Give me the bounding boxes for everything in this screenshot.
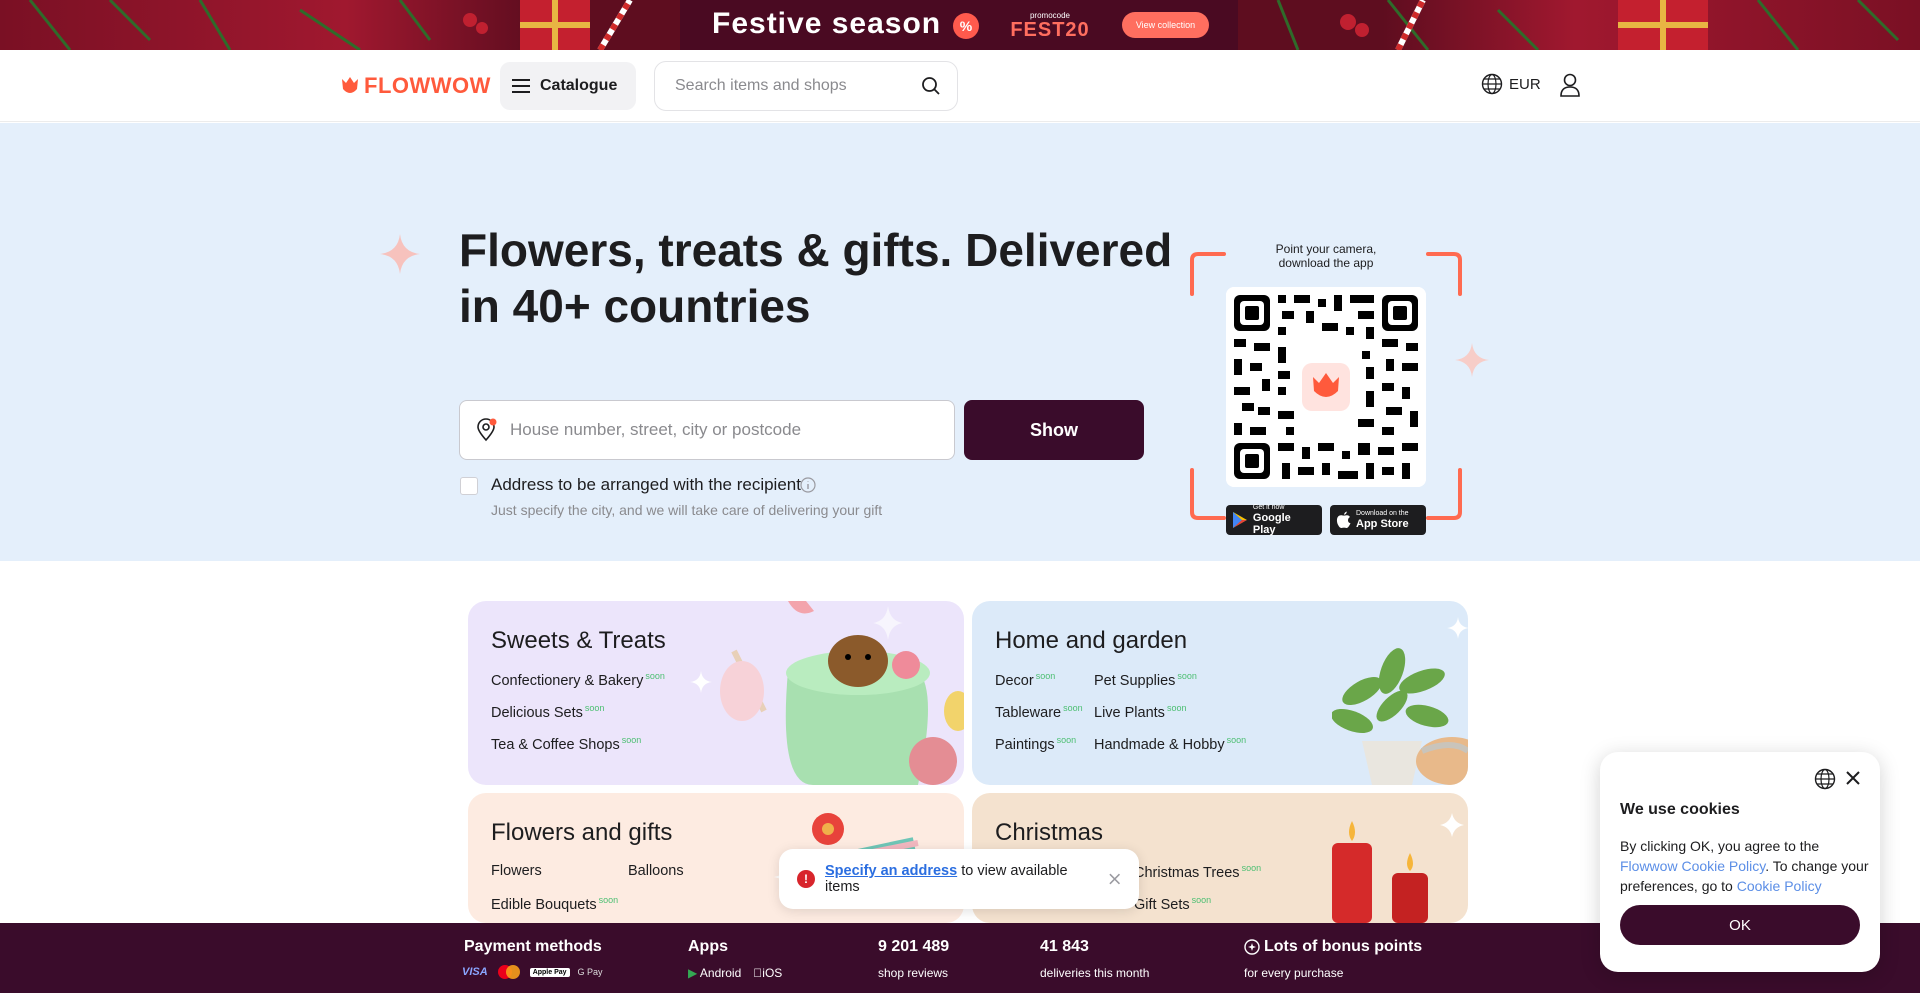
tulip-logo-icon [342, 77, 358, 93]
payment-methods-title: Payment methods [464, 938, 602, 955]
card-title: Home and garden [995, 627, 1188, 654]
address-input-box[interactable] [459, 400, 955, 460]
bonus-sub: for every purchase [1244, 966, 1344, 980]
globe-icon [1481, 73, 1503, 95]
promo-banner[interactable]: Festive season % promocode FEST20 View c… [0, 0, 1920, 50]
percent-icon: % [953, 13, 979, 39]
qr-code[interactable] [1226, 287, 1426, 487]
header [0, 50, 1920, 122]
arrange-hint: Just specify the city, and we will take … [491, 502, 883, 518]
card-home-garden[interactable]: Home and garden Decor soon Pet Supplies so… [972, 601, 1468, 785]
category-link[interactable]: Pet Supplies soon [1094, 671, 1197, 689]
payment-icons: VISA Apple Pay G Pay [462, 964, 603, 980]
address-input[interactable] [510, 420, 954, 440]
close-icon[interactable] [1845, 770, 1861, 786]
apple-icon [1336, 511, 1351, 529]
cookie-text: By clicking OK, you agree to the Flowwow… [1620, 838, 1869, 894]
mastercard-icon [497, 965, 520, 979]
bonus-coin-icon [1244, 939, 1260, 955]
qr-caption: Point your camera, download the app [1275, 242, 1377, 270]
visa-icon: VISA [462, 966, 488, 978]
android-link[interactable]: ▶ Android [688, 966, 741, 980]
promo-title: Festive season [712, 7, 942, 40]
logo-text: FLOWWOW [364, 73, 491, 98]
sparkle-icon [1447, 617, 1468, 639]
arrange-checkbox[interactable] [460, 477, 478, 495]
cookie-title: We use cookies [1620, 801, 1740, 818]
category-link[interactable]: Confectionery & Bakery soon [491, 671, 665, 689]
info-icon[interactable] [800, 477, 816, 493]
location-pin-icon [477, 418, 497, 442]
promo-code: FEST20 [1010, 19, 1090, 41]
category-link[interactable]: Christmas Trees soon [1134, 863, 1261, 881]
cookie-policy-link[interactable]: Flowwow Cookie Policy [1620, 858, 1765, 874]
menu-icon [512, 79, 530, 93]
search-input[interactable] [675, 77, 921, 95]
globe-icon[interactable] [1814, 768, 1836, 790]
show-button[interactable]: Show [964, 400, 1144, 460]
apple-pay-icon: Apple Pay [529, 967, 570, 977]
card-sweets-treats[interactable]: Sweets & Treats Confectionery & Bakery so… [468, 601, 964, 785]
deliveries-label: deliveries this month [1040, 966, 1150, 980]
google-play-label: Google Play [1252, 512, 1291, 536]
card-title: Christmas [995, 819, 1104, 846]
specify-address-link[interactable]: Specify an address [825, 863, 957, 879]
app-store-label: App Store [1356, 518, 1409, 530]
google-play-small: Get it now [1252, 504, 1285, 511]
category-link[interactable]: Handmade & Hobby soon [1094, 735, 1246, 753]
google-pay-icon: G Pay [577, 967, 603, 977]
apps-title: Apps [688, 938, 728, 955]
cake-image [720, 601, 964, 785]
logo[interactable]: FLOWWOW [340, 73, 491, 99]
candles-image [1332, 813, 1464, 923]
category-link[interactable]: Tableware soon [995, 703, 1083, 721]
card-title: Sweets & Treats [491, 627, 666, 654]
user-icon[interactable] [1559, 73, 1581, 97]
category-link[interactable]: Tea & Coffee Shops soon [491, 735, 641, 753]
christmas-decor-right [1276, 0, 1900, 50]
category-link[interactable]: Gift Sets soon [1134, 895, 1211, 913]
category-link[interactable]: Decor soon [995, 671, 1055, 689]
cookie-ok-button[interactable]: OK [1620, 905, 1860, 945]
bonus-title: Lots of bonus points [1244, 938, 1422, 956]
cookie-popup: We use cookies By clicking OK, you agree… [1600, 752, 1880, 972]
ios-link[interactable]: iOS [753, 966, 782, 980]
category-link[interactable]: Flowers [491, 863, 542, 879]
alert-icon: ! [797, 870, 815, 888]
google-play-icon [1232, 512, 1247, 528]
search-box[interactable] [654, 61, 958, 111]
category-link[interactable]: Edible Bouquets soon [491, 895, 618, 913]
app-links: ▶ Android iOS [688, 966, 782, 980]
card-title: Flowers and gifts [491, 819, 673, 846]
google-play-button[interactable]: Get it now Google Play [1226, 504, 1322, 536]
christmas-decor-left [28, 0, 633, 50]
close-icon[interactable] [1108, 872, 1121, 886]
address-toast: ! Specify an address to view available i… [779, 849, 1139, 909]
view-collection-button[interactable]: View collection [1122, 12, 1209, 38]
category-link[interactable]: Delicious Sets soon [491, 703, 604, 721]
category-link[interactable]: Paintings soon [995, 735, 1076, 753]
currency-selector[interactable]: EUR [1481, 73, 1541, 95]
sparkle-icon [690, 671, 712, 693]
search-icon[interactable] [921, 76, 941, 96]
category-link[interactable]: Balloons [628, 863, 684, 879]
app-store-button[interactable]: Download on the App Store [1330, 505, 1426, 535]
deliveries-count: 41 843 [1040, 938, 1089, 955]
sparkle-icon [380, 234, 420, 274]
currency-label: EUR [1509, 75, 1541, 93]
cookie-policy-link-2[interactable]: Cookie Policy [1737, 878, 1822, 894]
catalogue-label: Catalogue [540, 77, 618, 94]
category-link[interactable]: Live Plants soon [1094, 703, 1186, 721]
hero-section [0, 123, 1920, 561]
hero-title: Flowers, treats & gifts. Delivered in 40… [459, 224, 1173, 332]
reviews-label: shop reviews [878, 966, 949, 980]
reviews-count: 9 201 489 [878, 938, 950, 955]
app-store-small: Download on the [1356, 510, 1409, 517]
arrange-label[interactable]: Address to be arranged with the recipien… [491, 475, 801, 495]
plant-image [1332, 648, 1468, 785]
catalogue-button[interactable]: Catalogue [500, 62, 636, 110]
